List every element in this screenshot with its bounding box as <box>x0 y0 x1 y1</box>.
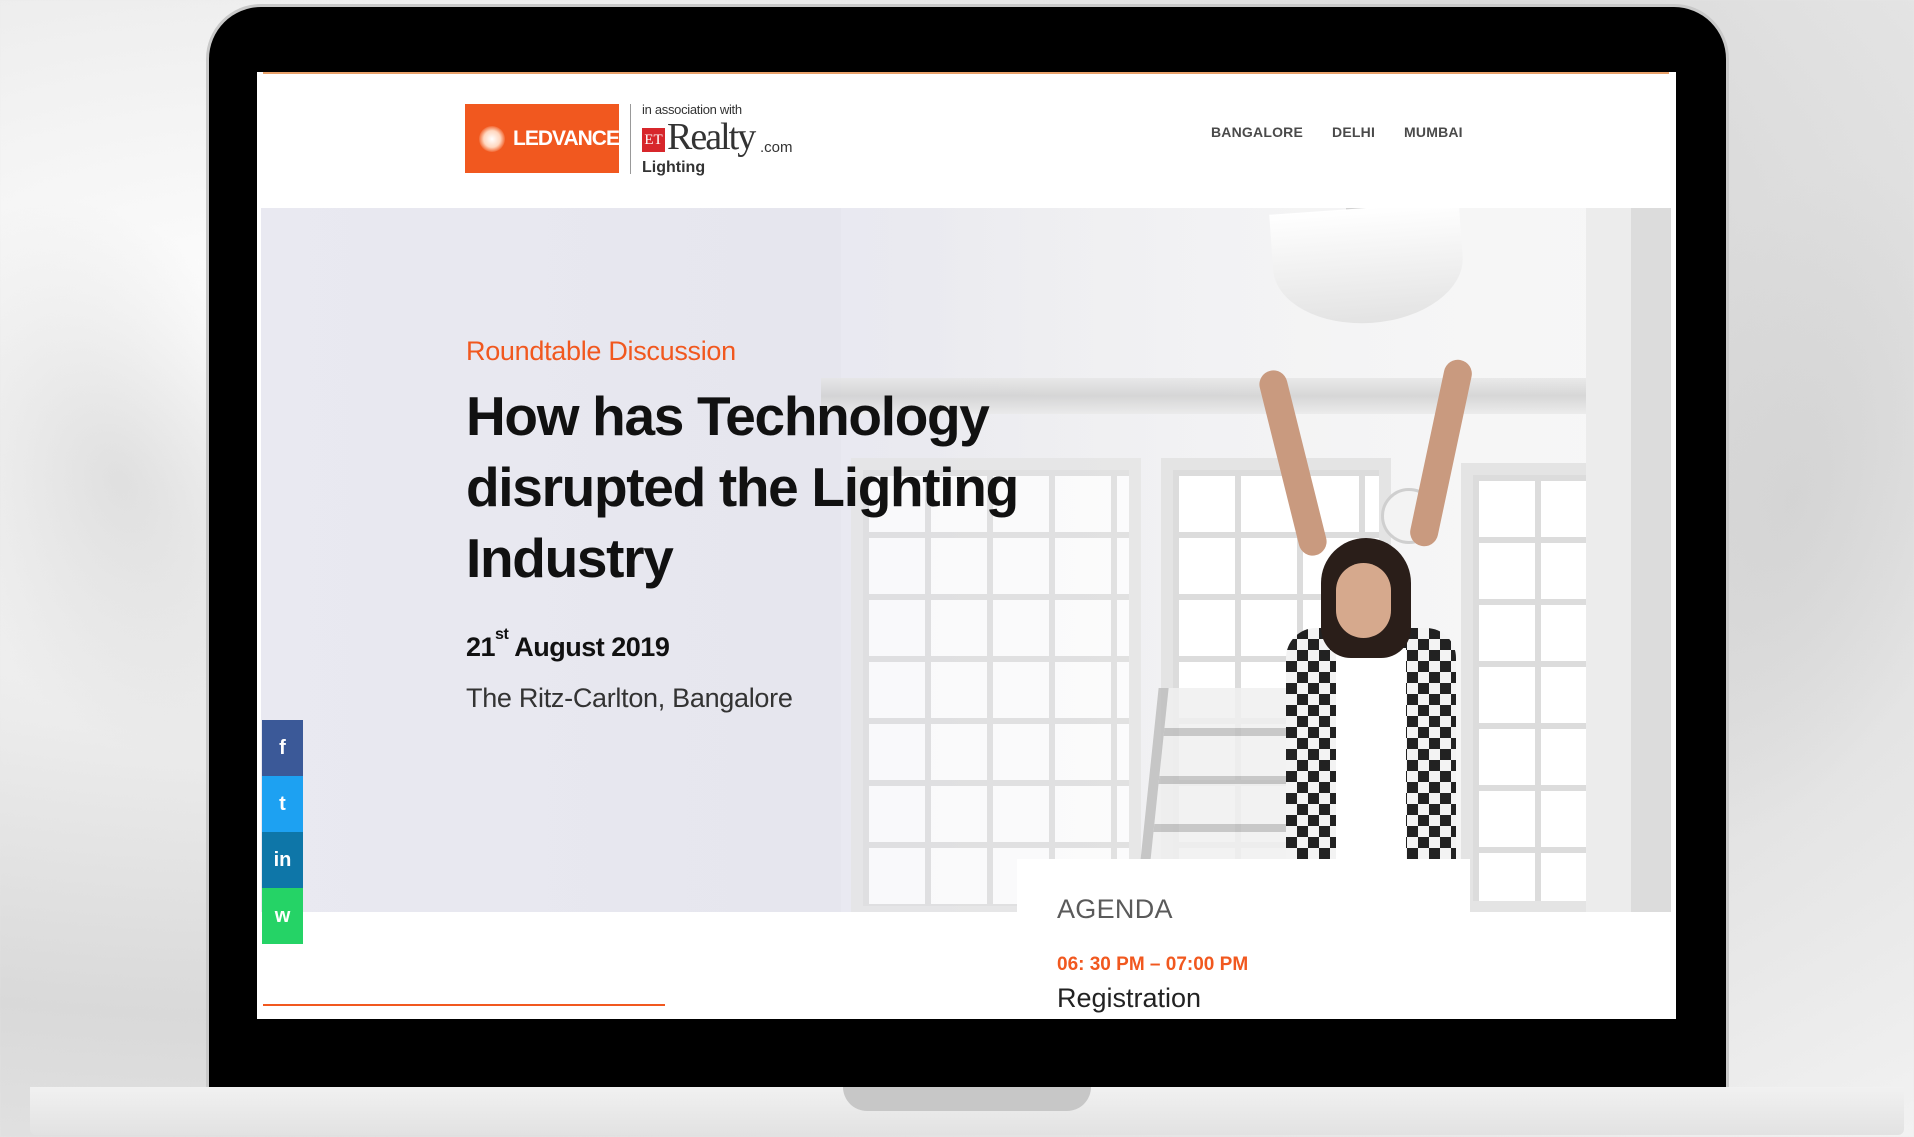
nav-link-delhi[interactable]: DELHI <box>1332 124 1375 140</box>
sun-icon <box>479 125 505 152</box>
event-title: How has Technology disrupted the Lightin… <box>466 385 1019 589</box>
ledvance-logo-text: LEDVANCE <box>513 126 620 150</box>
ledvance-logo[interactable]: LEDVANCE <box>465 104 620 173</box>
nav-link-bangalore[interactable]: BANGALORE <box>1211 124 1303 140</box>
event-venue: The Ritz-Carlton, Bangalore <box>466 683 793 713</box>
social-share-bar: f t in w <box>262 720 303 944</box>
hero-text: Roundtable Discussion How has Technology… <box>466 336 1026 714</box>
linkedin-icon[interactable]: in <box>262 832 303 888</box>
agenda-card: AGENDA 06: 30 PM – 07:00 PM Registration <box>1017 859 1470 1019</box>
event-type: Roundtable Discussion <box>466 336 736 366</box>
section-divider <box>263 1004 665 1006</box>
association-text: in association with <box>642 102 742 117</box>
hero-photo-face <box>1336 563 1391 638</box>
hero-photo-arm <box>1407 357 1475 549</box>
twitter-icon[interactable]: t <box>262 776 303 832</box>
event-date-suffix: st <box>495 626 509 643</box>
event-date: 21st August 2019 <box>466 626 1026 663</box>
hero-photo-pillar <box>1586 208 1631 912</box>
hero-photo-pillar <box>1631 208 1671 912</box>
nav-link-mumbai[interactable]: MUMBAI <box>1404 124 1463 140</box>
laptop-notch <box>843 1087 1091 1111</box>
realty-logo-suffix: .com <box>760 139 793 156</box>
whatsapp-icon[interactable]: w <box>262 888 303 944</box>
hero-banner: Roundtable Discussion How has Technology… <box>261 208 1671 912</box>
hero-photo-arm <box>1256 367 1330 559</box>
city-nav: BANGALORE DELHI MUMBAI <box>1211 124 1463 140</box>
agenda-item: Registration <box>1057 983 1202 1013</box>
hero-photo-woman <box>1251 328 1481 912</box>
agenda-title: AGENDA <box>1057 894 1173 924</box>
event-date-rest: August 2019 <box>508 632 670 662</box>
website-screen: LEDVANCE in association with ET Realty .… <box>257 72 1676 1019</box>
facebook-icon[interactable]: f <box>262 720 303 776</box>
realty-logo-sub: Lighting <box>642 159 706 176</box>
logo-divider <box>630 104 631 174</box>
et-logo-badge: ET <box>642 128 665 152</box>
event-date-day: 21 <box>466 632 496 662</box>
realty-logo-text: Realty <box>667 116 756 158</box>
agenda-time: 06: 30 PM – 07:00 PM <box>1057 954 1249 975</box>
site-header: LEDVANCE in association with ET Realty .… <box>257 74 1676 208</box>
